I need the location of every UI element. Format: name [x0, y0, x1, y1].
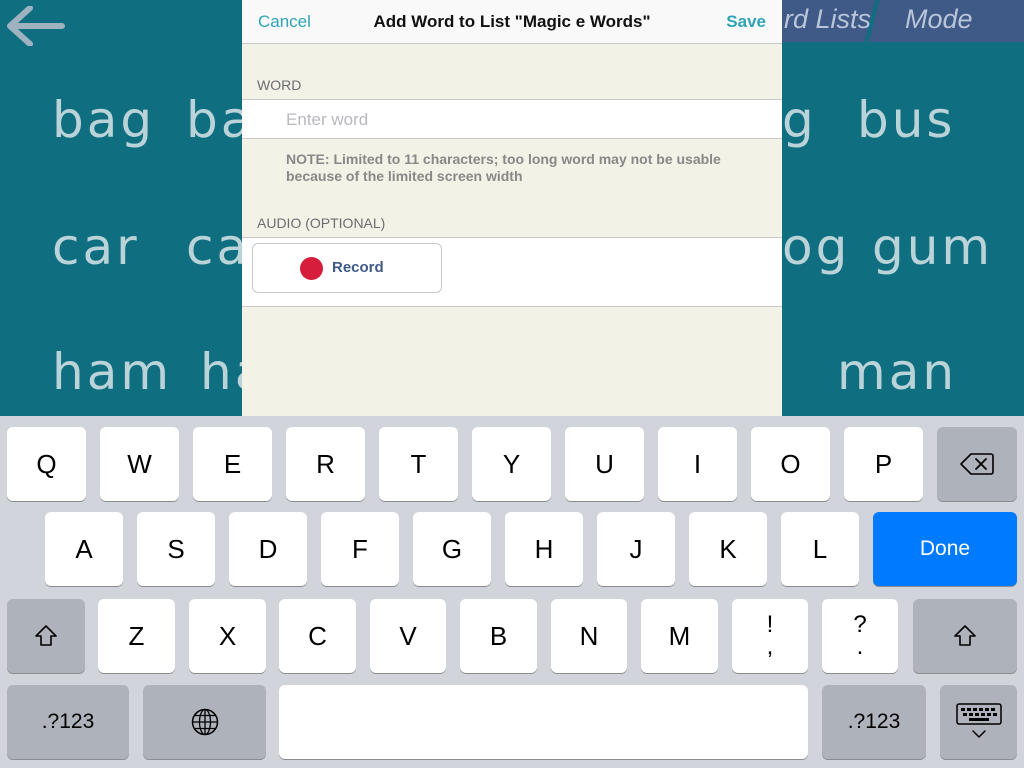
bg-word-gum[interactable]: gum: [872, 222, 993, 272]
bg-word-ham[interactable]: ham: [52, 347, 172, 397]
key-o[interactable]: O: [751, 427, 830, 501]
globe-icon: [191, 708, 218, 736]
hide-keyboard-key[interactable]: [940, 685, 1017, 759]
record-button[interactable]: Record: [252, 243, 442, 293]
key-q[interactable]: Q: [7, 427, 86, 501]
numbers-left-key[interactable]: .?123: [7, 685, 129, 759]
tab-mode-label: Mode: [905, 4, 973, 34]
audio-row: Record: [242, 237, 782, 307]
bg-word-og[interactable]: og: [782, 222, 850, 272]
key-s[interactable]: S: [137, 512, 215, 586]
key-h[interactable]: H: [505, 512, 583, 586]
key-m[interactable]: M: [641, 599, 718, 673]
key-exclamation-comma[interactable]: ! ,: [732, 599, 808, 673]
backspace-key[interactable]: [937, 427, 1017, 501]
bg-word-man[interactable]: man: [837, 347, 957, 397]
key-r[interactable]: R: [286, 427, 365, 501]
key-k[interactable]: K: [689, 512, 767, 586]
done-key[interactable]: Done: [873, 512, 1017, 586]
key-f[interactable]: F: [321, 512, 399, 586]
key-b[interactable]: B: [460, 599, 537, 673]
onscreen-keyboard: Q W E R T Y U I O P A S D F G H J K L Do…: [0, 416, 1024, 768]
key-period-glyph: .: [856, 633, 864, 660]
save-button[interactable]: Save: [726, 12, 766, 32]
key-e[interactable]: E: [193, 427, 272, 501]
key-question-period[interactable]: ? .: [822, 599, 898, 673]
add-word-sheet: Cancel Add Word to List "Magic e Words" …: [242, 0, 782, 416]
sheet-title: Add Word to List "Magic e Words": [373, 12, 651, 31]
record-dot-icon: [300, 257, 323, 280]
key-c[interactable]: C: [279, 599, 356, 673]
key-j[interactable]: J: [597, 512, 675, 586]
key-i[interactable]: I: [658, 427, 737, 501]
character-limit-note: NOTE: Limited to 11 characters; too long…: [286, 151, 721, 184]
shift-icon: [954, 625, 976, 646]
word-section-header: WORD: [257, 77, 302, 93]
keyboard-hide-icon: [955, 703, 1002, 738]
key-a[interactable]: A: [45, 512, 123, 586]
word-input[interactable]: [286, 108, 766, 132]
key-d[interactable]: D: [229, 512, 307, 586]
key-x[interactable]: X: [189, 599, 266, 673]
tab-word-lists-label: rd Lists: [784, 4, 872, 34]
bg-word-bus[interactable]: bus: [857, 95, 955, 145]
record-label: Record: [332, 259, 384, 276]
key-comma-glyph: ,: [766, 633, 774, 660]
space-key[interactable]: [279, 685, 808, 759]
key-p[interactable]: P: [844, 427, 923, 501]
bg-word-car[interactable]: car: [52, 222, 140, 272]
backspace-icon: [960, 453, 994, 475]
back-arrow-icon[interactable]: [6, 6, 66, 46]
key-n[interactable]: N: [551, 599, 627, 673]
key-l[interactable]: L: [781, 512, 859, 586]
shift-icon: [35, 625, 57, 646]
shift-right-key[interactable]: [913, 599, 1017, 673]
navigation-bar: Cancel Add Word to List "Magic e Words" …: [242, 0, 782, 44]
key-g[interactable]: G: [413, 512, 491, 586]
numbers-right-key[interactable]: .?123: [822, 685, 926, 759]
globe-key[interactable]: [143, 685, 266, 759]
key-t[interactable]: T: [379, 427, 458, 501]
key-y[interactable]: Y: [472, 427, 551, 501]
key-z[interactable]: Z: [98, 599, 175, 673]
shift-left-key[interactable]: [7, 599, 85, 673]
key-w[interactable]: W: [100, 427, 179, 501]
word-row: [242, 99, 782, 139]
bg-word-bag[interactable]: bag: [52, 95, 155, 145]
audio-section-header: AUDIO (OPTIONAL): [257, 215, 386, 231]
key-v[interactable]: V: [370, 599, 446, 673]
key-u[interactable]: U: [565, 427, 644, 501]
bg-word-ca[interactable]: ca: [186, 222, 250, 272]
bg-word-g[interactable]: g: [782, 95, 817, 145]
